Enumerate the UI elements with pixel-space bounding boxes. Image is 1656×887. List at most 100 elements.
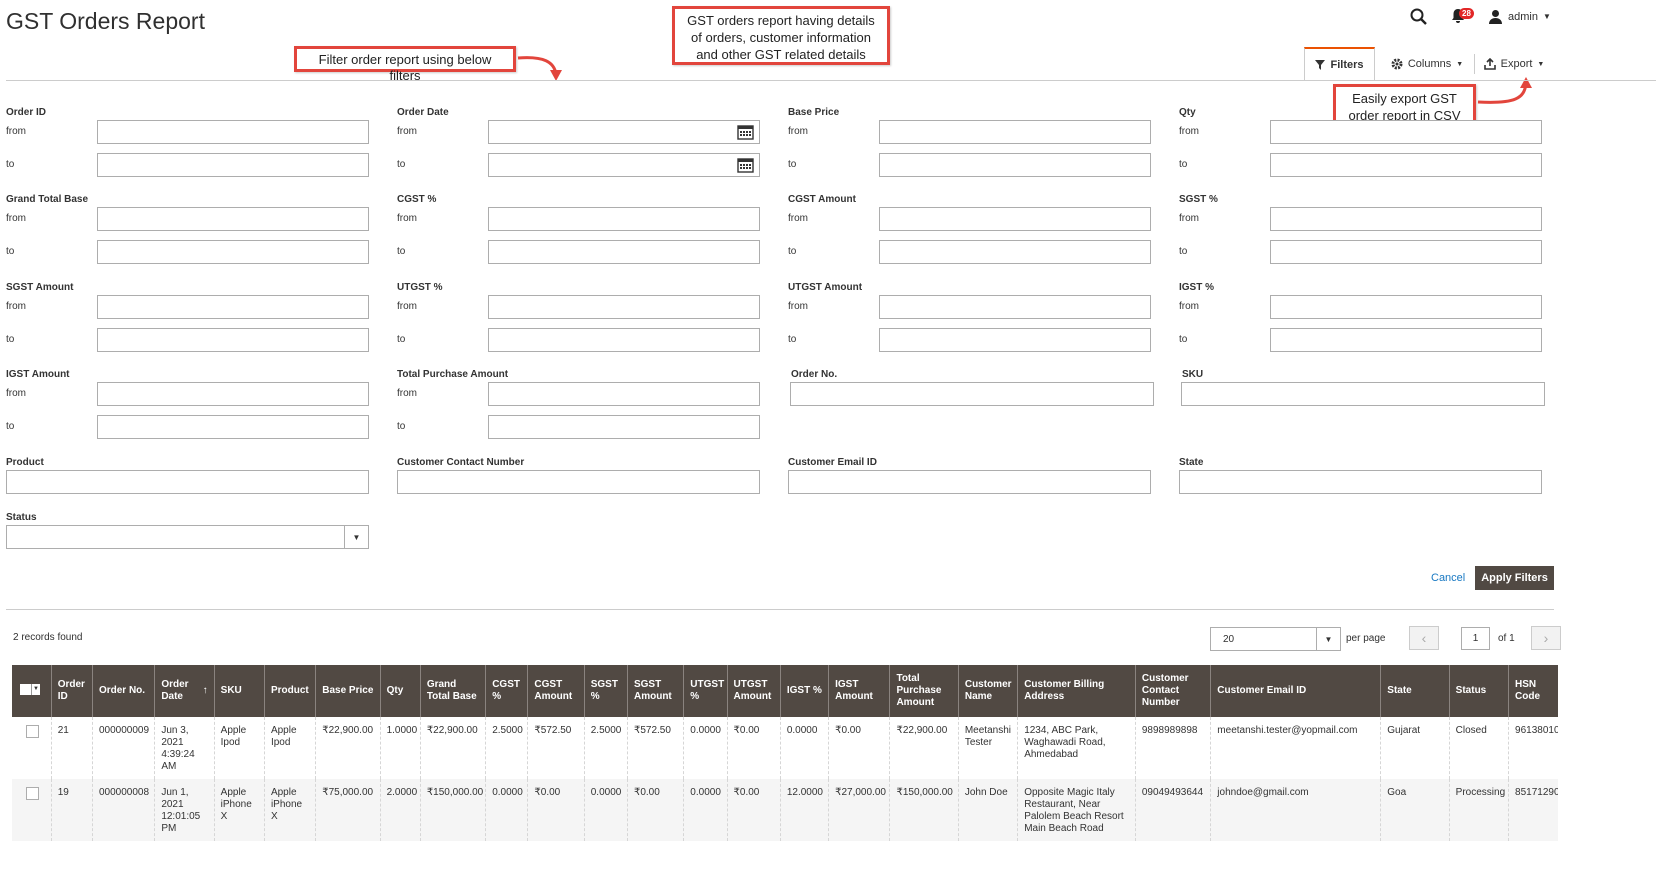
calendar-icon[interactable] (737, 124, 754, 140)
sku-filter-label: SKU (1182, 369, 1204, 380)
per-page-select[interactable]: 20 ▼ (1210, 627, 1341, 651)
column-header[interactable]: Status (1448, 665, 1509, 717)
notifications-button[interactable]: 28 (1450, 8, 1476, 26)
user-menu[interactable]: admin ▼ (1488, 9, 1551, 24)
column-header[interactable]: Total Purchase Amount (889, 665, 959, 717)
igst-pct-to-input[interactable] (1270, 328, 1542, 352)
column-header[interactable]: IGST % (779, 665, 829, 717)
column-header-label: Total Purchase Amount (896, 673, 942, 708)
sgst-pct-to-input[interactable] (1270, 240, 1542, 264)
cgst-pct-from-input[interactable] (488, 207, 760, 231)
select-all-header[interactable]: ▼ (12, 665, 52, 717)
column-header[interactable]: Product (263, 665, 316, 717)
notification-count-badge: 28 (1459, 8, 1474, 19)
cgst-pct-to-input[interactable] (488, 240, 760, 264)
next-page-button[interactable]: › (1531, 626, 1561, 650)
column-header[interactable]: UTGST % (683, 665, 728, 717)
apply-filters-button[interactable]: Apply Filters (1475, 566, 1554, 590)
cgst-amount-filter-label: CGST Amount (788, 194, 856, 205)
column-header[interactable]: State (1380, 665, 1450, 717)
grand-total-base-from-label: from (6, 213, 26, 224)
table-cell: 19 (50, 779, 93, 841)
sgst-amount-from-input[interactable] (97, 295, 369, 319)
table-cell: ₹150,000.00 (419, 779, 486, 841)
column-header[interactable]: Customer Email ID (1210, 665, 1381, 717)
table-cell: 0.0000 (485, 779, 528, 841)
base-price-from-label: from (788, 126, 808, 137)
column-header[interactable]: Grand Total Base (419, 665, 486, 717)
cgst-amount-to-input[interactable] (879, 240, 1151, 264)
sgst-pct-from-label: from (1179, 213, 1199, 224)
column-header[interactable]: Customer Name (957, 665, 1018, 717)
grand-total-base-filter-label: Grand Total Base (6, 194, 89, 205)
column-header[interactable]: SGST Amount (626, 665, 684, 717)
column-header[interactable]: CGST Amount (527, 665, 585, 717)
column-header-label: Order No. (98, 685, 146, 696)
order-date-from-input[interactable] (488, 120, 760, 144)
utgst-pct-from-input[interactable] (488, 295, 760, 319)
row-checkbox[interactable] (26, 787, 39, 800)
columns-button[interactable]: Columns ▼ (1384, 47, 1470, 81)
filters-tab[interactable]: Filters (1304, 47, 1375, 81)
igst-amount-from-input[interactable] (97, 382, 369, 406)
status-select[interactable]: ▼ (6, 525, 369, 549)
table-row[interactable]: 19 000000008 Jun 1, 2021 12:01:05 PM Apple … (12, 779, 1558, 841)
page-number-input[interactable]: 1 (1461, 627, 1490, 650)
table-cell: ₹0.00 (527, 779, 585, 841)
column-header[interactable]: IGST Amount (828, 665, 890, 717)
column-header[interactable]: UTGST Amount (726, 665, 781, 717)
column-header[interactable]: SGST % (583, 665, 628, 717)
order-id-to-input[interactable] (97, 153, 369, 177)
cgst-amount-to-label: to (788, 246, 797, 257)
qty-from-input[interactable] (1270, 120, 1542, 144)
table-cell: ₹22,900.00 (419, 717, 486, 779)
sgst-amount-to-input[interactable] (97, 328, 369, 352)
order-id-from-input[interactable] (97, 120, 369, 144)
cgst-amount-from-input[interactable] (879, 207, 1151, 231)
column-header[interactable]: Customer Billing Address (1017, 665, 1136, 717)
table-cell: Gujarat (1380, 717, 1450, 779)
table-cell: ₹22,900.00 (889, 717, 959, 779)
search-icon[interactable] (1410, 8, 1428, 26)
base-price-from-input[interactable] (879, 120, 1151, 144)
table-cell: ₹572.50 (626, 717, 684, 779)
export-callout: Easily export GST order report in CSV fo… (1333, 84, 1476, 140)
sgst-pct-from-input[interactable] (1270, 207, 1542, 231)
column-header-label: UTGST Amount (733, 679, 772, 702)
column-header[interactable]: Qty (379, 665, 421, 717)
table-cell: Closed (1448, 717, 1509, 779)
state-input[interactable] (1179, 470, 1542, 494)
column-header[interactable]: SKU (213, 665, 265, 717)
total-purchase-amount-from-input[interactable] (488, 382, 760, 406)
order-date-to-input[interactable] (488, 153, 760, 177)
order-no-input[interactable] (790, 382, 1154, 406)
customer-contact-input[interactable] (397, 470, 760, 494)
column-header[interactable]: HSN Code (1508, 665, 1558, 717)
base-price-to-input[interactable] (879, 153, 1151, 177)
cancel-link[interactable]: Cancel (1431, 572, 1465, 584)
column-header[interactable]: Base Price (315, 665, 381, 717)
column-header[interactable]: Order ID (50, 665, 93, 717)
product-input[interactable] (6, 470, 369, 494)
utgst-amount-from-input[interactable] (879, 295, 1151, 319)
calendar-icon[interactable] (737, 157, 754, 173)
prev-page-button[interactable]: ‹ (1409, 626, 1439, 650)
qty-to-input[interactable] (1270, 153, 1542, 177)
grand-total-base-to-input[interactable] (97, 240, 369, 264)
utgst-amount-to-input[interactable] (879, 328, 1151, 352)
total-purchase-amount-to-input[interactable] (488, 415, 760, 439)
export-button[interactable]: Export ▼ (1478, 47, 1550, 81)
grand-total-base-from-input[interactable] (97, 207, 369, 231)
utgst-pct-to-input[interactable] (488, 328, 760, 352)
column-header-label: State (1387, 685, 1412, 696)
sku-input[interactable] (1181, 382, 1545, 406)
column-header[interactable]: Customer Contact Number (1134, 665, 1211, 717)
customer-email-input[interactable] (788, 470, 1151, 494)
column-header[interactable]: Order Date ↑ (154, 665, 215, 717)
row-checkbox[interactable] (26, 725, 39, 738)
igst-amount-to-input[interactable] (97, 415, 369, 439)
table-row[interactable]: 21 000000009 Jun 3, 2021 4:39:24 AM Apple I… (12, 717, 1558, 779)
igst-pct-from-input[interactable] (1270, 295, 1542, 319)
column-header[interactable]: CGST % (485, 665, 528, 717)
column-header[interactable]: Order No. (91, 665, 155, 717)
